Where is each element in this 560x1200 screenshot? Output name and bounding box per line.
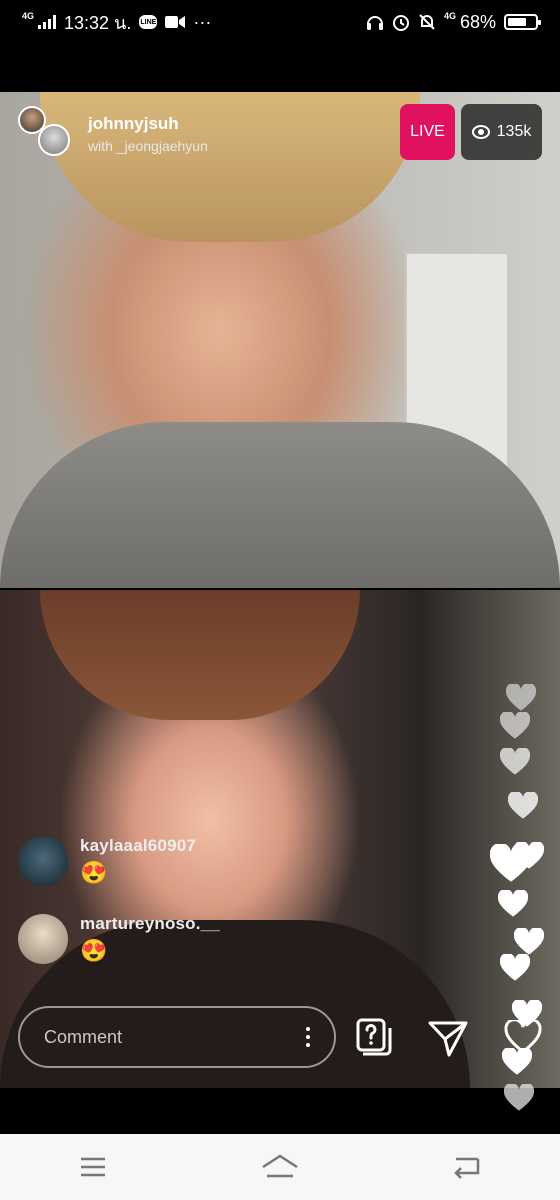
status-bar: 4G 13:32 น. LINE ··· 4G 68% xyxy=(0,0,560,44)
alarm-icon xyxy=(392,15,409,31)
guest-avatar[interactable] xyxy=(38,124,70,156)
network-type-right: 4G xyxy=(443,11,456,21)
commenter-avatar[interactable] xyxy=(18,836,68,886)
back-button[interactable] xyxy=(437,1147,497,1187)
headphones-icon xyxy=(366,16,383,30)
comment-item: martureynoso.__ 😍 xyxy=(18,914,220,964)
broadcaster-avatars[interactable] xyxy=(18,106,74,162)
heart-icon xyxy=(506,684,536,711)
heart-icon xyxy=(500,748,530,775)
heart-icon xyxy=(500,712,530,739)
commenter-name[interactable]: kaylaaal60907 xyxy=(80,836,196,856)
viewer-count-badge[interactable]: 135k xyxy=(461,104,542,160)
guest-line[interactable]: with _jeongjaehyun xyxy=(88,138,208,154)
guest-hair xyxy=(40,590,360,720)
heart-icon xyxy=(502,1048,532,1075)
battery-icon xyxy=(504,14,541,30)
heart-icon xyxy=(500,954,530,981)
send-icon[interactable] xyxy=(428,1020,468,1058)
signal-icon xyxy=(38,15,57,29)
commenter-name[interactable]: martureynoso.__ xyxy=(80,914,220,934)
host-username[interactable]: johnnyjsuh xyxy=(88,114,208,134)
line-app-icon: LINE xyxy=(139,15,158,29)
heart-icon xyxy=(504,1084,534,1111)
mute-bell-icon xyxy=(419,14,435,30)
status-left: 4G 13:32 น. LINE ··· xyxy=(22,8,211,37)
host-video-panel xyxy=(0,92,560,588)
clock: 13:32 น. xyxy=(64,12,132,33)
video-icon xyxy=(165,16,186,28)
host-shirt xyxy=(0,422,560,588)
more-notifications: ··· xyxy=(193,11,212,32)
heart-icon xyxy=(514,928,544,955)
recent-apps-button[interactable] xyxy=(63,1147,123,1187)
heart-icon xyxy=(508,792,538,819)
comment-text: 😍 xyxy=(80,938,108,963)
broadcaster-names: johnnyjsuh with _jeongjaehyun xyxy=(88,114,208,154)
viewer-count: 135k xyxy=(496,123,532,140)
question-icon[interactable] xyxy=(354,1018,392,1058)
commenter-avatar[interactable] xyxy=(18,914,68,964)
comment-placeholder[interactable]: Comment xyxy=(44,1027,306,1048)
eye-icon xyxy=(471,125,490,139)
home-button[interactable] xyxy=(250,1147,310,1187)
comment-text: 😍 xyxy=(80,860,108,885)
comment-item: kaylaaal60907 😍 xyxy=(18,836,196,886)
battery-percent: 68% xyxy=(459,11,496,32)
broadcaster-info[interactable]: johnnyjsuh with _jeongjaehyun xyxy=(18,106,208,162)
menu-icon xyxy=(81,1157,106,1177)
back-icon xyxy=(453,1157,479,1179)
system-nav-bar xyxy=(0,1134,560,1200)
home-icon xyxy=(262,1154,298,1178)
live-badge: LIVE xyxy=(400,104,455,160)
network-type: 4G xyxy=(22,11,35,21)
heart-icon xyxy=(514,842,544,869)
more-options-icon[interactable] xyxy=(306,1027,310,1047)
heart-icon xyxy=(498,890,528,917)
comment-input[interactable]: Comment xyxy=(18,1006,336,1068)
status-right: 4G 68% xyxy=(366,11,541,33)
